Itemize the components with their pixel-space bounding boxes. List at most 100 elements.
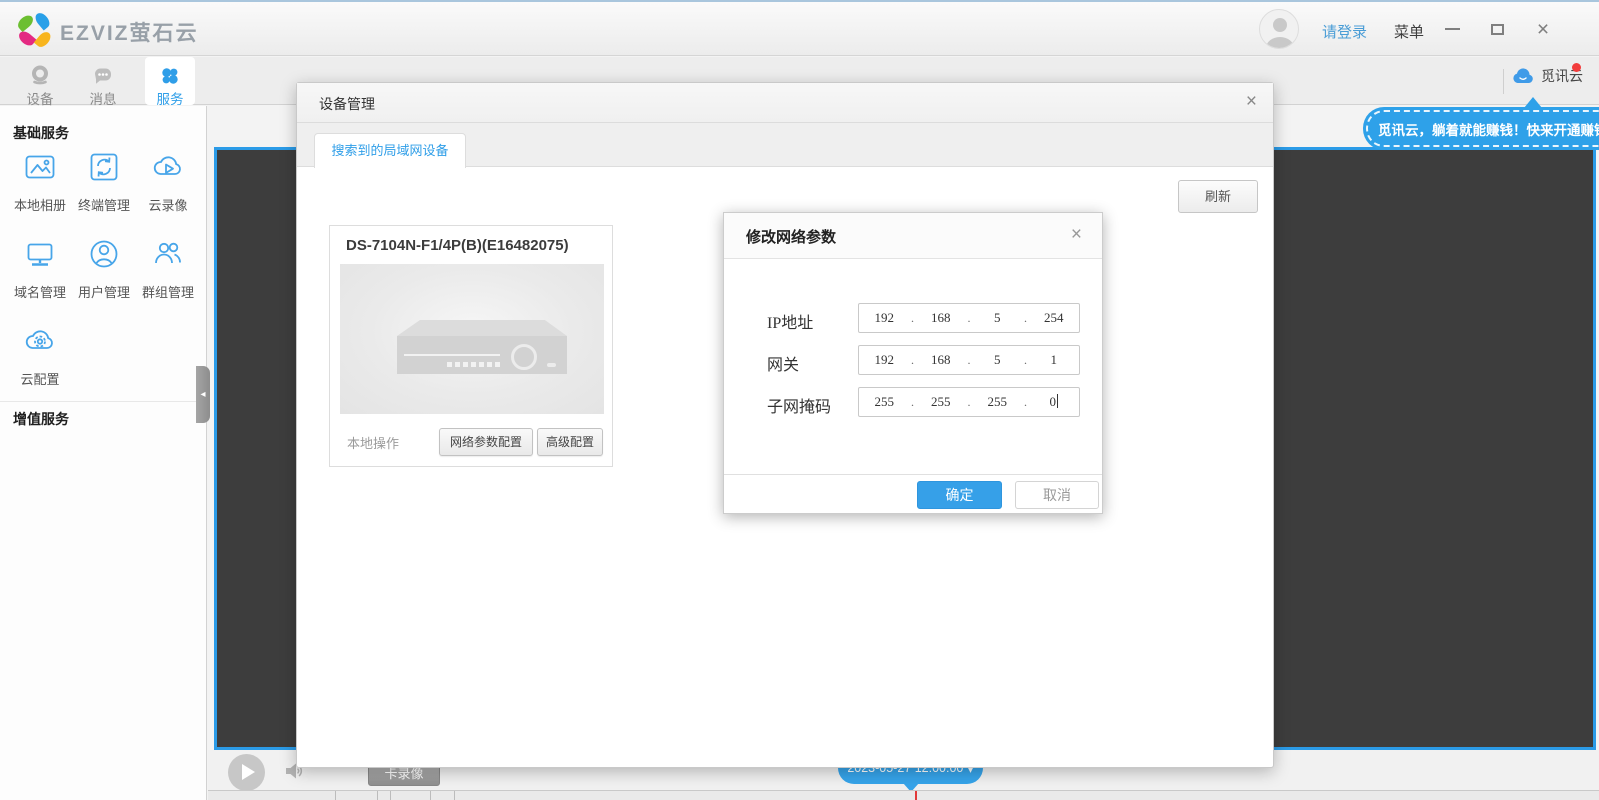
terminal-sync-icon	[86, 149, 122, 185]
titlebar: EZVIZ萤石云 请登录 菜单 ×	[0, 0, 1599, 56]
sidebar-item-user-mgmt[interactable]: 用户管理	[72, 236, 136, 299]
user-icon	[86, 236, 122, 272]
tab-services[interactable]: 服务	[145, 57, 195, 105]
network-params-modal: 修改网络参数 × IP地址 192 . 168 . 5 . 254 网关 19	[723, 212, 1103, 514]
advanced-config-button[interactable]: 高级配置	[537, 428, 603, 456]
chat-bubble-icon	[91, 64, 115, 88]
toolbar-divider	[1503, 69, 1504, 94]
notification-badge	[1572, 63, 1581, 72]
tab-messages-label: 消息	[71, 88, 135, 108]
sidebar-item-label: 本地相册	[8, 195, 72, 214]
timeline-tick	[430, 791, 431, 800]
octet-value: 0	[1050, 394, 1057, 409]
ezviz-logo-icon	[16, 12, 54, 50]
timeline-tick	[390, 791, 391, 800]
dialog-title: 设备管理	[319, 94, 375, 114]
octet-2: 168	[916, 310, 967, 326]
octet-3: 5	[972, 352, 1023, 368]
subnet-mask-label: 子网掩码	[767, 393, 831, 417]
modal-header: 修改网络参数 ×	[724, 213, 1102, 259]
nvr-illustration	[397, 320, 567, 374]
sidebar-item-cloud-config[interactable]: 云配置	[8, 323, 72, 386]
modal-title: 修改网络参数	[746, 226, 836, 247]
promo-speech-bubble[interactable]: 觅讯云，躺着就能赚钱！快来开通赚钱！	[1363, 107, 1599, 150]
sidebar-item-domain-mgmt[interactable]: 域名管理	[8, 236, 72, 299]
device-card: DS-7104N-F1/4P(B)(E16482075) 本地操作 网络参数配置…	[329, 225, 613, 467]
ok-button[interactable]: 确定	[917, 481, 1002, 509]
modal-close-button[interactable]: ×	[1071, 224, 1082, 246]
sidebar-item-label: 域名管理	[8, 282, 72, 301]
close-icon: ×	[1537, 19, 1549, 40]
ip-address-label: IP地址	[767, 309, 813, 333]
octet-4: 254	[1029, 310, 1080, 326]
octet-3: 255	[972, 394, 1023, 410]
tab-lan-devices[interactable]: 搜索到的局域网设备	[314, 133, 466, 168]
text-cursor	[1057, 394, 1058, 408]
app-logo-text: EZVIZ萤石云	[60, 17, 199, 47]
avatar[interactable]	[1259, 9, 1299, 49]
maximize-icon	[1491, 24, 1504, 35]
cloud-gear-icon	[22, 323, 58, 359]
sidebar-item-label: 群组管理	[136, 282, 200, 301]
ip-address-input[interactable]: 192 . 168 . 5 . 254	[858, 303, 1080, 333]
refresh-button[interactable]: 刷新	[1178, 180, 1258, 213]
sidebar-item-group-mgmt[interactable]: 群组管理	[136, 236, 200, 299]
tab-devices[interactable]: 设备	[8, 57, 72, 105]
app-window: EZVIZ萤石云 请登录 菜单 × 设备	[0, 0, 1599, 800]
local-operation-label: 本地操作	[347, 433, 399, 452]
group-icon	[150, 236, 186, 272]
window-maximize-button[interactable]	[1480, 2, 1514, 56]
tab-messages[interactable]: 消息	[71, 57, 135, 105]
sidebar-item-label: 云录像	[136, 195, 200, 214]
subnet-mask-row: 子网掩码 255 . 255 . 255 . 0	[724, 387, 1102, 417]
login-link[interactable]: 请登录	[1322, 21, 1367, 42]
modal-footer: 确定 取消	[724, 474, 1102, 513]
timeline-tick	[335, 791, 336, 800]
services-clover-icon	[158, 64, 182, 88]
user-silhouette-icon	[1260, 10, 1299, 49]
cancel-button[interactable]: 取消	[1015, 481, 1099, 509]
gateway-label: 网关	[767, 351, 799, 375]
dialog-close-button[interactable]: ×	[1246, 91, 1257, 113]
dialog-header: 设备管理 ×	[297, 83, 1273, 123]
sidebar-grid: 本地相册 终端管理 云录像	[8, 149, 204, 410]
octet-3: 5	[972, 310, 1023, 326]
gateway-row: 网关 192 . 168 . 5 . 1	[724, 345, 1102, 375]
promo-text: 觅讯云，躺着就能赚钱！快来开通赚钱！	[1366, 110, 1599, 147]
tab-devices-label: 设备	[8, 88, 72, 108]
timeline-ruler[interactable]	[208, 790, 1599, 800]
photo-album-icon	[22, 149, 58, 185]
gateway-input[interactable]: 192 . 168 . 5 . 1	[858, 345, 1080, 375]
menu-button[interactable]: 菜单	[1394, 21, 1424, 42]
timeline-tick	[377, 791, 378, 800]
sidebar-item-local-album[interactable]: 本地相册	[8, 149, 72, 212]
octet-1: 255	[859, 394, 910, 410]
sidebar-divider	[0, 401, 205, 402]
octet-2: 255	[916, 394, 967, 410]
subnet-mask-input[interactable]: 255 . 255 . 255 . 0	[858, 387, 1080, 417]
play-button[interactable]	[228, 754, 265, 791]
device-card-footer: 本地操作 网络参数配置 高级配置	[330, 425, 612, 459]
monitor-icon	[22, 236, 58, 272]
sidebar-item-terminal-mgmt[interactable]: 终端管理	[72, 149, 136, 212]
window-minimize-button[interactable]	[1435, 2, 1469, 56]
timeline-playhead[interactable]	[915, 791, 917, 800]
dialog-tab-strip: 搜索到的局域网设备	[297, 123, 1273, 167]
octet-1: 192	[859, 310, 910, 326]
cloud-icon	[1512, 67, 1534, 85]
sidebar-collapse-handle[interactable]: ◂	[196, 366, 210, 423]
device-image	[340, 264, 604, 414]
sidebar-item-label: 终端管理	[72, 195, 136, 214]
window-close-button[interactable]: ×	[1526, 2, 1560, 56]
device-name: DS-7104N-F1/4P(B)(E16482075)	[346, 237, 569, 254]
network-config-button[interactable]: 网络参数配置	[439, 428, 533, 456]
minimize-icon	[1445, 28, 1460, 30]
collapse-left-icon: ◂	[200, 389, 205, 400]
octet-4: 0	[1029, 394, 1080, 410]
octet-1: 192	[859, 352, 910, 368]
sidebar-item-label: 用户管理	[72, 282, 136, 301]
octet-2: 168	[916, 352, 967, 368]
timeline-tick	[454, 791, 455, 800]
sidebar: 基础服务 本地相册 终端管理	[0, 106, 207, 800]
sidebar-item-cloud-recording[interactable]: 云录像	[136, 149, 200, 212]
